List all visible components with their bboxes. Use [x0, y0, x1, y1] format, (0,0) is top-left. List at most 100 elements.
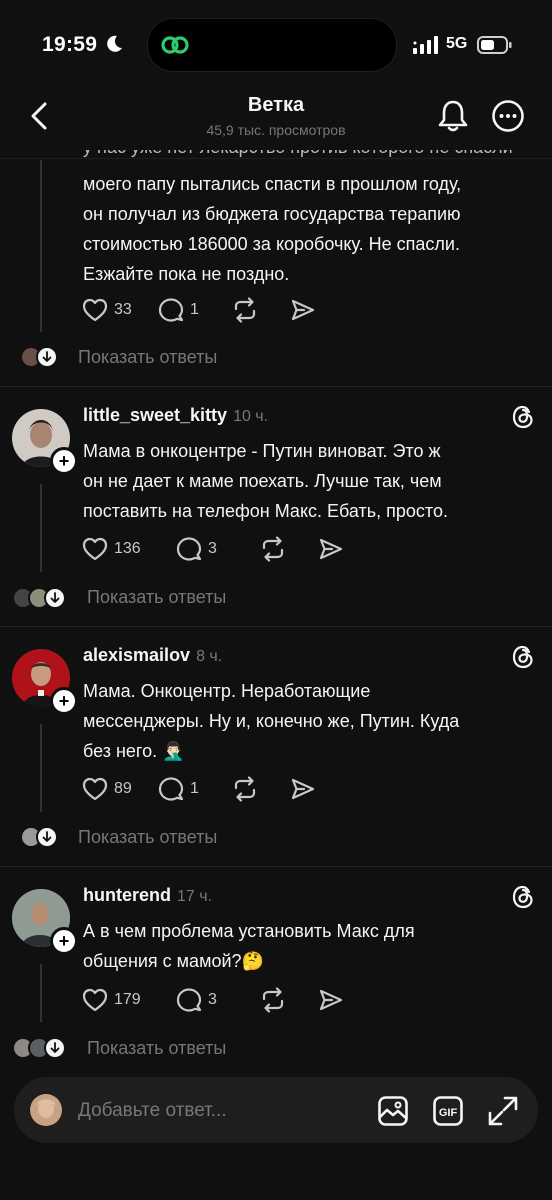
repost-icon — [234, 297, 256, 323]
more-icon[interactable] — [491, 99, 525, 133]
battery-icon — [477, 36, 512, 54]
image-icon[interactable] — [377, 1095, 409, 1127]
app-link-icon — [161, 36, 189, 54]
username[interactable]: alexismailov — [83, 645, 190, 665]
post-actions: 179 3 — [82, 985, 344, 1015]
send-icon — [319, 538, 343, 560]
avatar — [30, 1094, 62, 1126]
post-header: hunterend 17 ч. — [83, 885, 212, 906]
like-count: 179 — [114, 991, 141, 1008]
post-body: моего папу пытались спасти в прошлом год… — [83, 169, 543, 289]
arrow-down-icon — [44, 1037, 66, 1059]
post-text-line: общения с мамой?🤔 — [83, 951, 264, 971]
share-button[interactable] — [318, 988, 344, 1012]
follow-button[interactable]: + — [50, 927, 78, 955]
send-icon — [319, 989, 343, 1011]
post-body: Мама в онкоцентре - Путин виноват. Это ж… — [83, 436, 543, 526]
post-actions: 33 1 — [82, 295, 316, 325]
signal-icon — [413, 36, 438, 54]
post-text-line: он не дает к маме поехать. Лучше так, че… — [83, 471, 442, 491]
reply-avatars — [12, 587, 66, 609]
network-type: 5G — [446, 35, 468, 52]
comment-icon — [158, 298, 184, 322]
bell-icon[interactable] — [437, 99, 469, 133]
post-divider — [0, 866, 552, 867]
reply-avatars — [20, 826, 58, 848]
post-body: А в чем проблема установить Макс для общ… — [83, 916, 543, 976]
repost-button[interactable] — [232, 776, 290, 802]
repost-button[interactable] — [260, 987, 318, 1013]
arrow-down-icon — [36, 346, 58, 368]
reply-button[interactable]: 3 — [176, 987, 260, 1013]
post-divider — [0, 386, 552, 387]
post-time: 10 ч. — [233, 408, 269, 425]
comment-icon — [176, 537, 202, 561]
clipped-text-line: у нас уже нет лекарство против которого … — [83, 150, 543, 164]
svg-text:GIF: GIF — [439, 1107, 458, 1119]
post-text-line: мессенджеры. Ну и, конечно же, Путин. Ку… — [83, 711, 460, 731]
comment-icon — [158, 777, 184, 801]
heart-icon — [82, 298, 108, 322]
follow-button[interactable]: + — [50, 687, 78, 715]
like-button[interactable]: 136 — [82, 537, 176, 561]
reply-avatars — [20, 346, 58, 368]
thread-line — [40, 484, 42, 572]
reply-input[interactable] — [78, 1097, 358, 1125]
gif-icon[interactable]: GIF — [432, 1095, 464, 1127]
post-actions: 89 1 — [82, 774, 316, 804]
post-text-line: Мама в онкоцентре - Путин виноват. Это ж — [83, 441, 441, 461]
threads-logo-icon[interactable] — [512, 645, 534, 669]
share-button[interactable] — [290, 298, 316, 322]
reply-button[interactable]: 1 — [158, 776, 232, 802]
thread-line — [40, 724, 42, 812]
arrow-down-icon — [36, 826, 58, 848]
username[interactable]: hunterend — [83, 885, 171, 905]
repost-icon — [262, 536, 284, 562]
reply-avatars — [12, 1037, 66, 1059]
share-button[interactable] — [290, 777, 316, 801]
like-count: 136 — [114, 540, 141, 557]
repost-button[interactable] — [232, 297, 290, 323]
show-replies-link[interactable]: Показать ответы — [78, 827, 217, 848]
reply-button[interactable]: 1 — [158, 297, 232, 323]
expand-icon[interactable] — [487, 1095, 519, 1127]
comment-icon — [176, 988, 202, 1012]
heart-icon — [82, 988, 108, 1012]
post-text-line: моего папу пытались спасти в прошлом год… — [83, 174, 462, 194]
like-count: 89 — [114, 780, 132, 797]
username[interactable]: little_sweet_kitty — [83, 405, 227, 425]
post-text-line: Мама. Онкоцентр. Неработающие — [83, 681, 371, 701]
post-text-line: А в чем проблема установить Макс для — [83, 921, 415, 941]
thread-line — [40, 160, 42, 332]
like-button[interactable]: 179 — [82, 988, 176, 1012]
post-text-line: без него. 🤦🏻‍♂️ — [83, 741, 185, 761]
post-header: little_sweet_kitty 10 ч. — [83, 405, 268, 426]
post-divider — [0, 626, 552, 627]
views-count: 45,9 тыс. просмотров — [206, 122, 346, 138]
show-replies-link[interactable]: Показать ответы — [87, 1038, 226, 1059]
post-time: 17 ч. — [177, 888, 213, 905]
like-button[interactable]: 89 — [82, 777, 158, 801]
like-count: 33 — [114, 301, 132, 318]
repost-icon — [234, 776, 256, 802]
share-button[interactable] — [318, 537, 344, 561]
repost-icon — [262, 987, 284, 1013]
post-text-line: поставить на телефон Макс. Ебать, просто… — [83, 501, 448, 521]
threads-logo-icon[interactable] — [512, 405, 534, 429]
home-indicator-area — [0, 1186, 552, 1200]
follow-button[interactable]: + — [50, 447, 78, 475]
post-text-line: стоимостью 186000 за коробочку. Не спасл… — [83, 234, 460, 254]
status-time: 19:59 — [42, 33, 98, 56]
thread-line — [40, 964, 42, 1022]
post-time: 8 ч. — [196, 648, 223, 665]
repost-button[interactable] — [260, 536, 318, 562]
post-body: Мама. Онкоцентр. Неработающие мессенджер… — [83, 676, 543, 766]
show-replies-link[interactable]: Показать ответы — [87, 587, 226, 608]
show-replies-link[interactable]: Показать ответы — [78, 347, 217, 368]
send-icon — [291, 299, 315, 321]
post-actions: 136 3 — [82, 534, 344, 564]
reply-button[interactable]: 3 — [176, 536, 260, 562]
post-header: alexismailov 8 ч. — [83, 645, 222, 666]
threads-logo-icon[interactable] — [512, 885, 534, 909]
like-button[interactable]: 33 — [82, 298, 158, 322]
